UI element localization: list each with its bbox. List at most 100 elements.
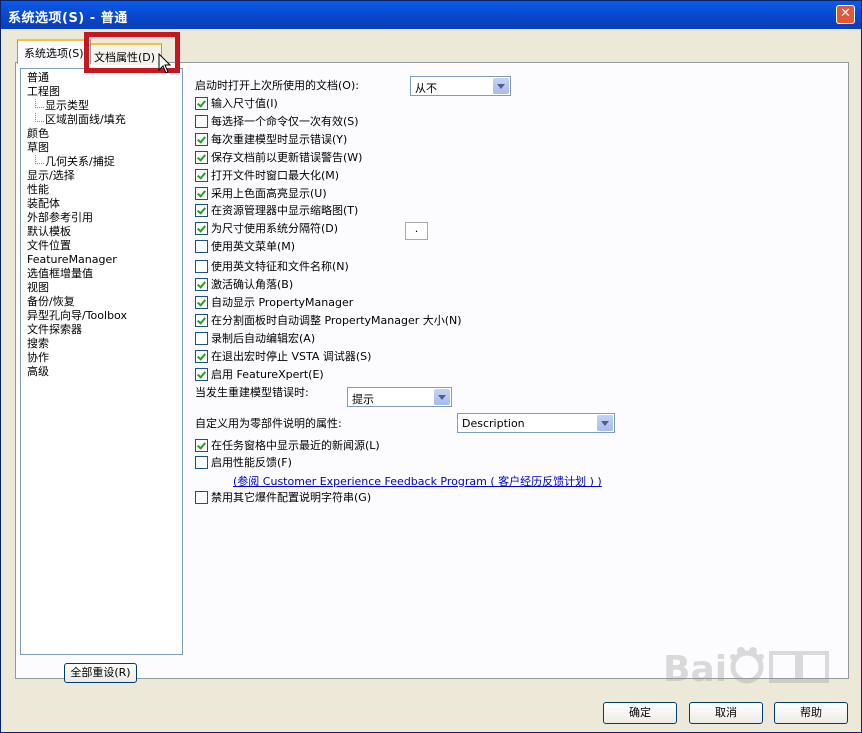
tree-item[interactable]: 视图: [27, 281, 49, 295]
checkbox[interactable]: [195, 278, 208, 291]
checkbox[interactable]: [195, 115, 208, 128]
option-label: 激活确认角落(B): [211, 278, 294, 291]
checkbox[interactable]: [195, 187, 208, 200]
tree-item[interactable]: 显示/选择: [27, 169, 75, 183]
checkbox[interactable]: [195, 368, 208, 381]
tree-item[interactable]: 搜索: [27, 337, 49, 351]
open-last-docs-select[interactable]: 从不: [410, 76, 511, 96]
tree-item[interactable]: 协作: [27, 351, 49, 365]
custom-property-select[interactable]: Description: [457, 413, 615, 433]
svg-text:Bai: Bai: [663, 649, 727, 690]
tree-item[interactable]: 选值框增量值: [27, 267, 93, 281]
tree-connector: [35, 113, 44, 122]
tree-item-label: 性能: [27, 183, 49, 196]
checkbox[interactable]: [195, 456, 208, 469]
rebuild-error-value: 提示: [352, 393, 374, 406]
cancel-button[interactable]: 取消: [689, 702, 763, 724]
tree-item[interactable]: 显示类型: [35, 99, 89, 113]
open-last-docs-value: 从不: [415, 82, 437, 95]
checkbox[interactable]: [195, 222, 208, 235]
option-label: 使用英文菜单(M): [211, 240, 296, 253]
option-label: 打开文件时窗口最大化(M): [211, 169, 340, 182]
option-label: 为尺寸使用系统分隔符(D): [211, 222, 339, 235]
rebuild-error-select[interactable]: 提示: [347, 387, 452, 407]
tree-item[interactable]: 默认模板: [27, 225, 71, 239]
ok-button[interactable]: 确定: [603, 702, 677, 724]
close-button[interactable]: ✕: [836, 5, 855, 24]
option-label: 自动显示 PropertyManager: [211, 296, 354, 309]
tree-item[interactable]: 区域剖面线/填充: [35, 113, 126, 127]
checkbox[interactable]: [195, 97, 208, 110]
option-label: 在资源管理器中显示缩略图(T): [211, 204, 359, 217]
tree-item-label: 显示/选择: [27, 169, 75, 182]
checkbox[interactable]: [195, 491, 208, 504]
option-label: 使用英文特征和文件名称(N): [211, 260, 349, 273]
feedback-program-link[interactable]: (参阅 Customer Experience Feedback Program…: [233, 473, 602, 489]
tree-item[interactable]: 文件探索器: [27, 323, 82, 337]
tree-item[interactable]: 备份/恢复: [27, 295, 75, 309]
reset-all-button[interactable]: 全部重设(R): [64, 663, 137, 683]
tree-item-label: FeatureManager: [27, 253, 117, 266]
mouse-cursor-icon: [158, 53, 172, 74]
tree-item-label: 高级: [27, 365, 49, 378]
option-label: 采用上色面高亮显示(U): [211, 187, 327, 200]
tree-item[interactable]: 外部参考引用: [27, 211, 93, 225]
tree-item-label: 备份/恢复: [27, 295, 75, 308]
checkbox[interactable]: [195, 296, 208, 309]
watermark-logo-icon: Bai: [663, 647, 829, 690]
tree-item[interactable]: 颜色: [27, 127, 49, 141]
checkbox[interactable]: [195, 332, 208, 345]
tree-item[interactable]: 文件位置: [27, 239, 71, 253]
tree-item-label: 视图: [27, 281, 49, 294]
tree-item[interactable]: 性能: [27, 183, 49, 197]
open-last-docs-label: 启动时打开上次所使用的文档(O):: [195, 79, 359, 92]
tree-item-label: 文件探索器: [27, 323, 82, 336]
checkbox[interactable]: [195, 260, 208, 273]
checkbox[interactable]: [195, 151, 208, 164]
tree-item[interactable]: 装配体: [27, 197, 60, 211]
tree-item-label: 异型孔向导/Toolbox: [27, 309, 127, 322]
checkbox[interactable]: [195, 240, 208, 253]
tree-item-label: 选值框增量值: [27, 267, 93, 280]
tree-item-label: 搜索: [27, 337, 49, 350]
tab-system-options[interactable]: 系统选项(S): [17, 39, 91, 64]
rebuild-error-label: 当发生重建模型错误时:: [195, 386, 309, 399]
tree-item[interactable]: 高级: [27, 365, 49, 379]
tree-item-label: 协作: [27, 351, 49, 364]
tree-item-label: 几何关系/捕捉: [45, 155, 115, 168]
window-title: 系统选项(S) - 普通: [8, 11, 128, 26]
checkbox[interactable]: [195, 169, 208, 182]
help-button[interactable]: 帮助: [774, 702, 848, 724]
chevron-down-icon[interactable]: [493, 78, 509, 94]
tree-connector: [35, 155, 44, 164]
tree-item[interactable]: FeatureManager: [27, 253, 117, 267]
checkbox[interactable]: [195, 439, 208, 452]
tree-item-label: 草图: [27, 141, 49, 154]
custom-property-label: 自定义用为零部件说明的属性:: [195, 417, 342, 430]
tree-item[interactable]: 工程图: [27, 85, 60, 99]
chevron-down-icon[interactable]: [597, 415, 613, 431]
chevron-down-icon[interactable]: [434, 389, 450, 405]
tree-item-label: 默认模板: [27, 225, 71, 238]
option-label: 在分割面板时自动调整 PropertyManager 大小(N): [211, 314, 462, 327]
options-tree[interactable]: 普通 工程图 显示类型 区域剖面线/填充 颜色 草图 几何关系/捕捉 显示/选择 性能 装配体 外部…: [20, 68, 183, 655]
option-label: 录制后自动编辑宏(A): [211, 332, 316, 345]
tree-item-label: 工程图: [27, 85, 60, 98]
tree-item[interactable]: 异型孔向导/Toolbox: [27, 309, 127, 323]
option-label: 输入尺寸值(I): [211, 97, 278, 110]
title-bar[interactable]: 系统选项(S) - 普通 ✕: [1, 1, 861, 29]
tree-item-label: 颜色: [27, 127, 49, 140]
checkbox[interactable]: [195, 133, 208, 146]
tree-item-label: 装配体: [27, 197, 60, 210]
tree-item[interactable]: 几何关系/捕捉: [35, 155, 115, 169]
separator-preview: .: [405, 222, 428, 240]
tree-item[interactable]: 普通: [27, 71, 49, 85]
checkbox[interactable]: [195, 350, 208, 363]
checkbox[interactable]: [195, 314, 208, 327]
option-label: 保存文档前以更新错误警告(W): [211, 151, 363, 164]
tree-item[interactable]: 草图: [27, 141, 49, 155]
option-label: 启用 FeatureXpert(E): [211, 368, 324, 381]
tree-item-label: 文件位置: [27, 239, 71, 252]
checkbox[interactable]: [195, 204, 208, 217]
option-label: 在退出宏时停止 VSTA 调试器(S): [211, 350, 372, 363]
